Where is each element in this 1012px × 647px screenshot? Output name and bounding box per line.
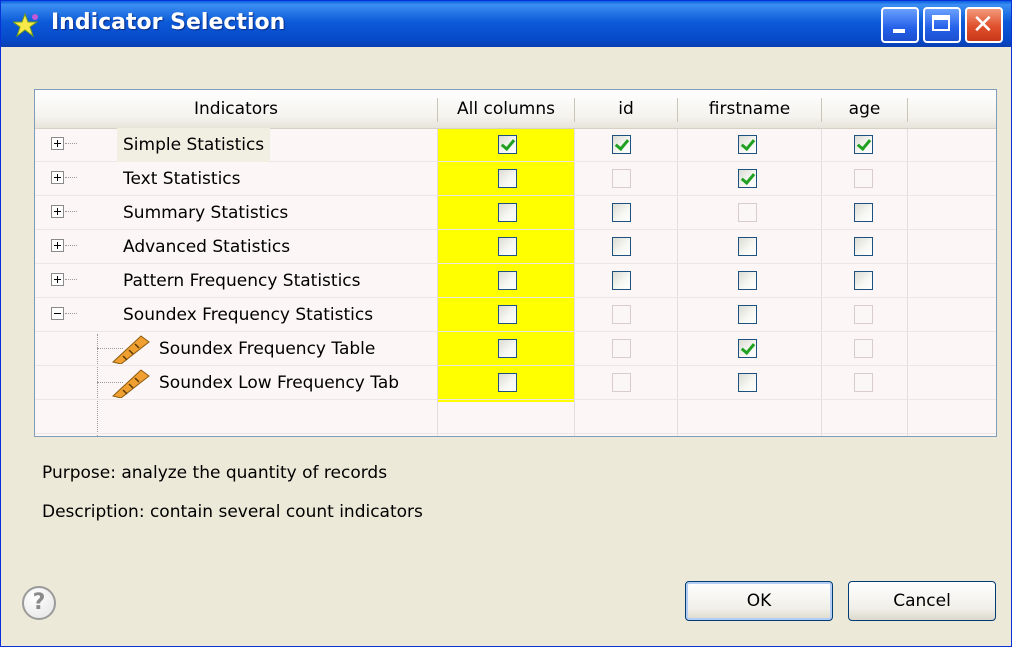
collapse-icon[interactable]: [51, 307, 64, 320]
empty-row: [35, 400, 996, 434]
checkbox-age[interactable]: [854, 237, 873, 256]
checkbox-firstname[interactable]: [738, 169, 757, 188]
title-bar: Indicator Selection ✕: [1, 1, 1011, 47]
expand-icon[interactable]: [51, 239, 64, 252]
tree-row[interactable]: Simple Statistics: [35, 128, 996, 162]
checkbox-all-columns[interactable]: [498, 237, 517, 256]
header-id[interactable]: id: [575, 90, 677, 128]
minimize-button[interactable]: [881, 7, 919, 43]
checkbox-age: [854, 169, 873, 188]
checkbox-id[interactable]: [612, 237, 631, 256]
cancel-button[interactable]: Cancel: [848, 581, 996, 621]
checkbox-age: [854, 305, 873, 324]
help-icon[interactable]: ?: [22, 586, 56, 620]
row-label: Summary Statistics: [123, 203, 289, 223]
indicator-selection-dialog: Indicator Selection ✕ Indicators All col…: [0, 0, 1012, 647]
header-age[interactable]: age: [822, 90, 907, 128]
description-text: Description: contain several count indic…: [42, 502, 423, 522]
ruler-icon: [111, 335, 150, 364]
row-label: Soundex Frequency Table: [159, 339, 376, 359]
checkbox-firstname[interactable]: [738, 305, 757, 324]
checkbox-id: [612, 339, 631, 358]
indicator-star-icon: [13, 12, 39, 38]
checkbox-firstname[interactable]: [738, 237, 757, 256]
row-label: Pattern Frequency Statistics: [123, 271, 361, 291]
indicator-table: Indicators All columns id firstname age …: [34, 89, 997, 437]
checkbox-firstname[interactable]: [738, 373, 757, 392]
checkbox-firstname[interactable]: [738, 135, 757, 154]
header-indicators[interactable]: Indicators: [35, 90, 437, 128]
checkbox-age: [854, 339, 873, 358]
tree-row[interactable]: Text Statistics: [35, 162, 996, 196]
ruler-icon: [111, 369, 150, 398]
expand-icon[interactable]: [51, 205, 64, 218]
expand-icon[interactable]: [51, 137, 64, 150]
checkbox-all-columns[interactable]: [498, 271, 517, 290]
row-label: Simple Statistics: [117, 128, 271, 162]
tree-row[interactable]: Summary Statistics: [35, 196, 996, 230]
checkbox-id: [612, 169, 631, 188]
checkbox-id: [612, 305, 631, 324]
row-label: Text Statistics: [123, 169, 241, 189]
maximize-icon: [932, 15, 950, 31]
close-icon: ✕: [972, 10, 994, 40]
checkbox-id[interactable]: [612, 271, 631, 290]
tree-row[interactable]: Advanced Statistics: [35, 230, 996, 264]
ok-button[interactable]: OK: [685, 581, 833, 621]
tree-child-row[interactable]: Soundex Low Frequency Tab: [35, 366, 996, 400]
header-all-columns[interactable]: All columns: [438, 90, 574, 128]
expand-icon[interactable]: [51, 171, 64, 184]
checkbox-firstname: [738, 203, 757, 222]
checkbox-firstname[interactable]: [738, 339, 757, 358]
checkbox-age[interactable]: [854, 271, 873, 290]
checkbox-age[interactable]: [854, 203, 873, 222]
row-label: Soundex Low Frequency Tab: [159, 373, 400, 393]
checkbox-age[interactable]: [854, 135, 873, 154]
table-header: Indicators All columns id firstname age: [35, 90, 996, 129]
checkbox-id[interactable]: [612, 135, 631, 154]
window-title: Indicator Selection: [51, 10, 286, 35]
checkbox-all-columns[interactable]: [498, 203, 517, 222]
checkbox-all-columns[interactable]: [498, 135, 517, 154]
purpose-text: Purpose: analyze the quantity of records: [42, 463, 388, 483]
checkbox-age: [854, 373, 873, 392]
tree-row[interactable]: Soundex Frequency Statistics: [35, 298, 996, 332]
checkbox-firstname[interactable]: [738, 271, 757, 290]
checkbox-id: [612, 373, 631, 392]
row-label: Soundex Frequency Statistics: [123, 305, 374, 325]
checkbox-id[interactable]: [612, 203, 631, 222]
minimize-icon: [893, 29, 905, 33]
checkbox-all-columns[interactable]: [498, 169, 517, 188]
tree-child-row[interactable]: Soundex Frequency Table: [35, 332, 996, 366]
row-label: Advanced Statistics: [123, 237, 291, 257]
maximize-button[interactable]: [923, 7, 961, 43]
tree-row[interactable]: Pattern Frequency Statistics: [35, 264, 996, 298]
checkbox-all-columns[interactable]: [498, 305, 517, 324]
header-firstname[interactable]: firstname: [678, 90, 821, 128]
checkbox-all-columns[interactable]: [498, 339, 517, 358]
close-button[interactable]: ✕: [965, 7, 1003, 43]
expand-icon[interactable]: [51, 273, 64, 286]
checkbox-all-columns[interactable]: [498, 373, 517, 392]
